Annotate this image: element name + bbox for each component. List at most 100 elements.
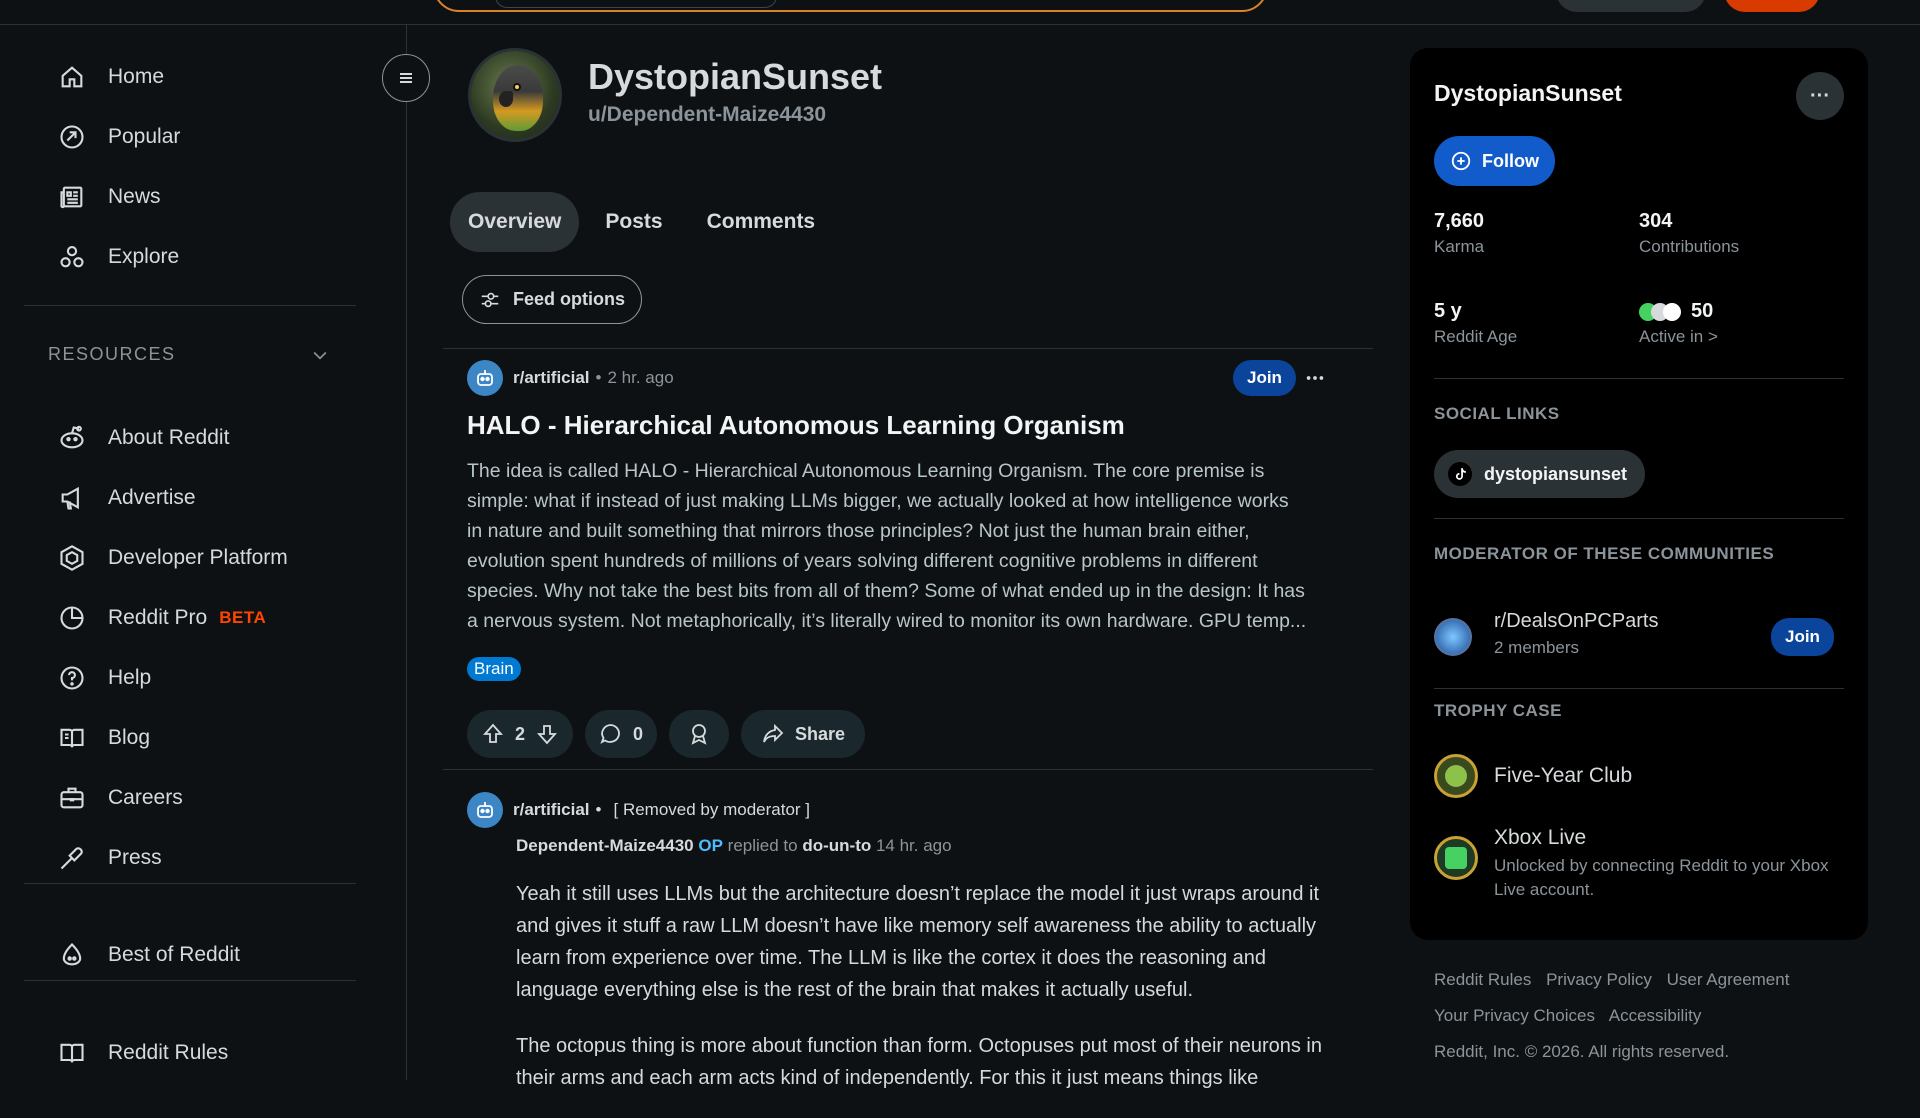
tab-overview[interactable]: Overview xyxy=(450,192,580,252)
footer-link[interactable]: Privacy Policy xyxy=(1546,970,1652,989)
footer-link[interactable]: Reddit Rules xyxy=(1434,970,1531,989)
post-body: The idea is called HALO - Hierarchical A… xyxy=(467,456,1347,636)
footer-link[interactable]: Your Privacy Choices xyxy=(1434,1006,1595,1025)
header-button[interactable] xyxy=(1556,0,1706,12)
nav-popular[interactable]: Popular xyxy=(24,113,356,161)
post-join-button[interactable]: Join xyxy=(1233,360,1296,396)
award-icon xyxy=(691,724,707,745)
footer-link[interactable]: User Agreement xyxy=(1667,970,1790,989)
nav-advertise[interactable]: Advertise xyxy=(24,474,356,522)
award-button[interactable] xyxy=(669,710,730,758)
parrot-beak xyxy=(499,91,513,107)
nav-about-reddit[interactable]: About Reddit xyxy=(24,414,356,462)
subreddit-icon[interactable] xyxy=(467,360,503,396)
resources-heading: RESOURCES xyxy=(48,344,176,364)
post-body-line: simple: what if instead of just making L… xyxy=(467,490,1289,512)
nav-developer-platform[interactable]: Developer Platform xyxy=(24,534,356,582)
panel-divider xyxy=(1434,688,1844,689)
trophy-case-heading: TROPHY CASE xyxy=(1434,701,1562,720)
community-join-button[interactable]: Join xyxy=(1771,618,1834,656)
copyright: Reddit, Inc. © 2026. All rights reserved… xyxy=(1434,1042,1730,1061)
search-bar[interactable] xyxy=(433,0,1268,12)
nav-press[interactable]: Press xyxy=(24,834,356,882)
post-more-button[interactable] xyxy=(1297,360,1333,396)
comment-subreddit-link[interactable]: r/artificial xyxy=(513,800,590,820)
meta-separator: • xyxy=(595,368,602,387)
upvote-icon[interactable] xyxy=(481,722,505,746)
community-icons xyxy=(1639,302,1681,321)
nav-news[interactable]: News xyxy=(24,173,356,221)
header-primary-button[interactable] xyxy=(1724,0,1820,12)
post-title[interactable]: HALO - Hierarchical Autonomous Learning … xyxy=(467,410,1125,441)
tab-posts[interactable]: Posts xyxy=(587,192,680,252)
more-horizontal-icon: ··· xyxy=(1810,84,1830,107)
comment-author[interactable]: Dependent-Maize4430 xyxy=(516,836,694,855)
feed-options-button[interactable]: Feed options xyxy=(462,275,642,324)
profile-tabs: Overview Posts Comments xyxy=(450,192,833,252)
profile-more-button[interactable]: ··· xyxy=(1796,72,1844,120)
developer-platform-icon xyxy=(60,545,84,571)
blog-icon xyxy=(60,728,84,748)
explore-icon xyxy=(60,246,84,268)
nav-careers[interactable]: Careers xyxy=(24,774,356,822)
avatar[interactable] xyxy=(468,48,562,142)
tab-comments[interactable]: Comments xyxy=(689,192,834,252)
body-fade xyxy=(467,632,1347,644)
nav-blog[interactable]: Blog xyxy=(24,714,356,762)
sidebar-divider xyxy=(24,980,356,981)
nav-explore[interactable]: Explore xyxy=(24,233,356,281)
collapse-sidebar-button[interactable] xyxy=(382,54,430,102)
trophy-description: Unlocked by connecting Reddit to your Xb… xyxy=(1494,856,1829,899)
nav-reddit-pro[interactable]: Reddit Pro BETA xyxy=(24,594,356,642)
trophy-name: Xbox Live xyxy=(1494,826,1587,849)
nav-label: Help xyxy=(108,666,152,689)
op-badge: OP xyxy=(698,836,723,855)
nav-label: Best of Reddit xyxy=(108,943,240,966)
stat-active-in[interactable]: 50 Active in > xyxy=(1639,300,1718,347)
moderated-community[interactable]: r/DealsOnPCParts 2 members Join xyxy=(1434,608,1844,666)
removed-label: [ Removed by moderator ] xyxy=(613,800,811,819)
post-flair[interactable]: Brain xyxy=(467,657,521,681)
nav-home[interactable]: Home xyxy=(24,53,356,101)
share-button[interactable]: Share xyxy=(741,710,866,758)
plus-circle-icon xyxy=(1451,151,1471,171)
nav-label: About Reddit xyxy=(108,426,230,449)
nav-label: Reddit Pro xyxy=(108,606,208,629)
nav-label: Press xyxy=(108,846,162,869)
follow-label: Follow xyxy=(1482,150,1539,171)
stat-label: Contributions xyxy=(1639,237,1740,256)
rules-icon xyxy=(60,1043,84,1063)
stat-karma: 7,660 Karma xyxy=(1434,210,1484,257)
vote-group: 2 xyxy=(467,710,574,758)
subreddit-icon[interactable] xyxy=(467,792,503,828)
post-actions: 2 0 Share xyxy=(467,710,866,758)
comments-button[interactable]: 0 xyxy=(585,710,658,758)
stat-label: Reddit Age xyxy=(1434,327,1518,346)
nav-help[interactable]: Help xyxy=(24,654,356,702)
nav-best-of-reddit[interactable]: Best of Reddit xyxy=(24,931,356,979)
sidebar-display-name: DystopianSunset xyxy=(1434,80,1622,106)
social-link-tiktok[interactable]: dystopiansunset xyxy=(1434,450,1646,498)
follow-button[interactable]: Follow xyxy=(1434,136,1555,186)
feed-options-label: Feed options xyxy=(513,289,625,309)
tiktok-icon xyxy=(1448,462,1472,486)
community-name[interactable]: r/DealsOnPCParts xyxy=(1494,610,1659,633)
comment-time: 14 hr. ago xyxy=(875,836,952,855)
share-label: Share xyxy=(795,723,846,744)
reddit-alien-icon xyxy=(60,425,84,449)
footer-link[interactable]: Accessibility xyxy=(1609,1006,1702,1025)
post-subreddit-link[interactable]: r/artificial xyxy=(513,368,590,388)
downvote-icon[interactable] xyxy=(535,722,559,746)
reddit-pro-icon xyxy=(60,606,84,630)
more-horizontal-icon xyxy=(1306,376,1324,380)
moderator-heading: MODERATOR OF THESE COMMUNITIES xyxy=(1434,544,1775,563)
nav-label: News xyxy=(108,185,161,208)
popular-icon xyxy=(60,125,84,149)
community-avatar xyxy=(1434,618,1472,656)
nav-reddit-rules[interactable]: Reddit Rules xyxy=(24,1029,356,1077)
resources-toggle[interactable]: RESOURCES xyxy=(48,344,330,365)
search-chip[interactable] xyxy=(495,0,777,8)
chevron-down-icon xyxy=(313,351,327,360)
stat-reddit-age: 5 y Reddit Age xyxy=(1434,300,1517,347)
replied-to-user[interactable]: do-un-to xyxy=(802,836,871,855)
